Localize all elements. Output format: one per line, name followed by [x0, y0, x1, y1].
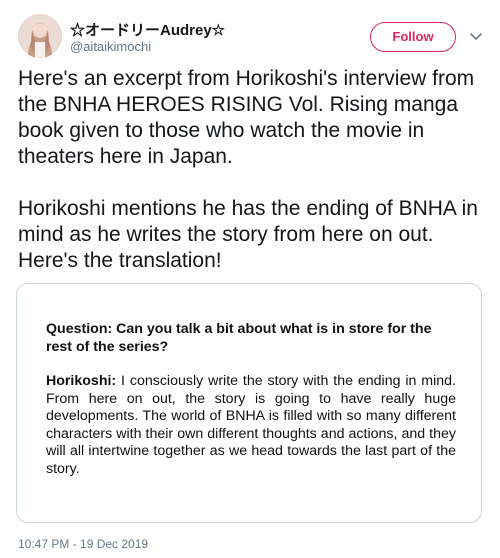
display-name[interactable]: ☆オードリーAudrey☆: [70, 19, 225, 40]
translation-excerpt: Question: Can you talk a bit about what …: [46, 321, 456, 478]
tweet-text: Here's an excerpt from Horikoshi's inter…: [18, 66, 488, 274]
interview-answer: Horikoshi: I consciously write the story…: [46, 373, 456, 478]
chevron-down-icon[interactable]: [468, 28, 484, 44]
tweet-paragraph: Here's an excerpt from Horikoshi's inter…: [18, 67, 475, 168]
tweet-timestamp[interactable]: 10:47 PM - 19 Dec 2019: [18, 537, 148, 551]
follow-button[interactable]: Follow: [370, 22, 456, 52]
attached-image[interactable]: Question: Can you talk a bit about what …: [16, 283, 482, 523]
avatar[interactable]: [18, 14, 62, 58]
user-handle[interactable]: @aitaikimochi: [70, 39, 151, 54]
answer-speaker: Horikoshi:: [46, 373, 117, 389]
tweet-paragraph: Horikoshi mentions he has the ending of …: [18, 197, 478, 272]
tweet-header: ☆オードリーAudrey☆ @aitaikimochi Follow: [18, 14, 484, 60]
avatar-photo-icon: [18, 14, 62, 58]
interview-question: Question: Can you talk a bit about what …: [46, 321, 432, 355]
